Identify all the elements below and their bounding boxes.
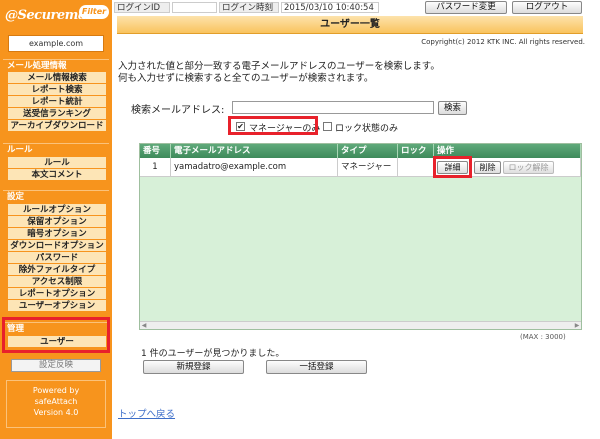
page-title: ユーザー一覧 bbox=[117, 16, 583, 34]
menu-item-report-stats[interactable]: レポート統計 bbox=[8, 96, 106, 108]
highlight-box-manager-only bbox=[228, 116, 318, 135]
menu-item-ranking[interactable]: 送受信ランキング bbox=[8, 108, 106, 120]
bulk-register-button[interactable]: 一括登録 bbox=[266, 360, 367, 374]
powered-by-box: Powered by safeAttach Version 4.0 bbox=[6, 380, 106, 428]
search-button[interactable]: 検索 bbox=[438, 101, 467, 115]
back-to-top-link[interactable]: トップへ戻る bbox=[118, 406, 175, 420]
menu-item-encrypt-option[interactable]: 暗号オプション bbox=[8, 228, 106, 240]
login-time-label: ログイン時刻 bbox=[219, 2, 279, 13]
scroll-left-icon[interactable]: ◀ bbox=[140, 322, 148, 330]
logo: @Securemail Filter bbox=[3, 3, 109, 29]
menu-item-password[interactable]: パスワード bbox=[8, 252, 106, 264]
menu-item-report-option[interactable]: レポートオプション bbox=[8, 288, 106, 300]
max-note: (MAX : 3000) bbox=[520, 333, 566, 341]
section-title-rule: ルール bbox=[3, 143, 109, 155]
new-register-button[interactable]: 新規登録 bbox=[143, 360, 244, 374]
login-time-value: 2015/03/10 10:40:54 bbox=[281, 2, 379, 13]
copyright-text: Copyright(c) 2012 KTK INC. All rights re… bbox=[421, 38, 585, 46]
menu-mail-info: メール情報検索 レポート検索 レポート統計 送受信ランキング アーカイブダウンロ… bbox=[8, 72, 106, 132]
sidebar: @Securemail Filter example.com メール処理情報 メ… bbox=[0, 0, 112, 439]
logout-button[interactable]: ログアウト bbox=[512, 1, 582, 14]
cell-email: yamadatro@example.com bbox=[171, 158, 338, 177]
apply-settings-button[interactable]: 設定反映 bbox=[11, 359, 101, 372]
scroll-right-icon[interactable]: ▶ bbox=[573, 322, 581, 330]
menu-item-access-restriction[interactable]: アクセス制限 bbox=[8, 276, 106, 288]
section-title-settings: 設定 bbox=[3, 190, 109, 202]
table-header-type: タイプ bbox=[338, 144, 398, 158]
menu-item-user-option[interactable]: ユーザーオプション bbox=[8, 300, 106, 312]
menu-item-mail-search[interactable]: メール情報検索 bbox=[8, 72, 106, 84]
menu-settings: ルールオプション 保留オプション 暗号オプション ダウンロードオプション パスワ… bbox=[8, 204, 106, 312]
description-line-2: 何も入力せずに検索すると全てのユーザーが検索されます。 bbox=[118, 73, 374, 84]
login-id-label: ログインID bbox=[114, 2, 170, 13]
menu-rule: ルール 本文コメント bbox=[8, 157, 106, 181]
top-bar: ログインID ログイン時刻 2015/03/10 10:40:54 パスワード変… bbox=[112, 0, 600, 14]
highlight-box-detail bbox=[433, 156, 472, 178]
domain-label: example.com bbox=[8, 35, 104, 52]
menu-item-rule[interactable]: ルール bbox=[8, 157, 106, 169]
section-title-mail-info: メール処理情報 bbox=[3, 59, 109, 71]
highlight-box-user-menu bbox=[2, 317, 110, 353]
table-header-no: 番号 bbox=[140, 144, 171, 158]
menu-item-archive-download[interactable]: アーカイブダウンロード bbox=[8, 120, 106, 132]
menu-item-report-search[interactable]: レポート検索 bbox=[8, 84, 106, 96]
cell-lock bbox=[398, 158, 434, 177]
powered-by-line: Powered by bbox=[32, 386, 80, 395]
change-password-button[interactable]: パスワード変更 bbox=[425, 1, 507, 14]
unlock-button[interactable]: ロック解除 bbox=[503, 161, 554, 174]
delete-button[interactable]: 削除 bbox=[474, 161, 501, 174]
table-header-email: 電子メールアドレス bbox=[171, 144, 338, 158]
locked-only-checkbox[interactable] bbox=[323, 122, 332, 131]
cell-no: 1 bbox=[140, 158, 171, 177]
result-count-text: 1 件のユーザーが見つかりました。 bbox=[141, 349, 285, 359]
search-email-input[interactable] bbox=[232, 101, 434, 114]
cell-type: マネージャー bbox=[338, 158, 398, 177]
menu-item-hold-option[interactable]: 保留オプション bbox=[8, 216, 106, 228]
login-id-value bbox=[172, 2, 217, 13]
locked-only-label: ロック状態のみ bbox=[335, 124, 399, 134]
menu-item-excluded-filetypes[interactable]: 除外ファイルタイプ bbox=[8, 264, 106, 276]
logo-badge: Filter bbox=[79, 5, 109, 19]
search-email-label: 検索メールアドレス: bbox=[131, 105, 225, 116]
menu-item-rule-option[interactable]: ルールオプション bbox=[8, 204, 106, 216]
version-text: Version 4.0 bbox=[33, 408, 79, 417]
menu-item-body-comment[interactable]: 本文コメント bbox=[8, 169, 106, 181]
powered-by-product: safeAttach bbox=[34, 397, 78, 406]
menu-item-download-option[interactable]: ダウンロードオプション bbox=[8, 240, 106, 252]
horizontal-scrollbar[interactable]: ◀ ▶ bbox=[140, 321, 581, 329]
table-header-lock: ロック bbox=[398, 144, 434, 158]
